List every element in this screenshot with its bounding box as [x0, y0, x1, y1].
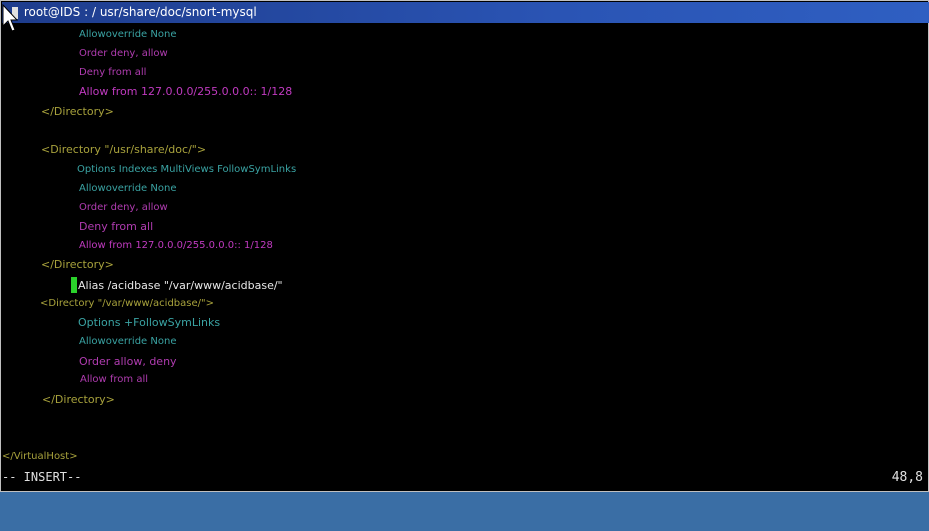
editor-line: Order deny, allow [79, 202, 168, 213]
editor-line: Allow from 127.0.0.0/255.0.0.0:: 1/128 [79, 85, 293, 98]
editor-line: Order deny, allow [79, 48, 168, 59]
mouse-pointer-icon [2, 4, 18, 32]
editor-line: Allow from all [80, 374, 149, 385]
editor-line: Deny from all [79, 220, 154, 233]
editor-line: Deny from all [79, 67, 147, 78]
editor-line: </Directory> [42, 393, 115, 406]
editor-line: Options +FollowSymLinks [78, 316, 221, 329]
editor-line: <Directory "/usr/share/doc/"> [41, 143, 207, 156]
vim-statusline: -- INSERT-- 48,8 [2, 467, 927, 488]
mode-indicator: -- INSERT-- [2, 470, 82, 484]
editor-line: </Directory> [41, 105, 114, 118]
editor-line: </Directory> [41, 258, 114, 271]
editor-line-cursor: Alias /acidbase "/var/www/acidbase/" [71, 277, 283, 293]
editor-line: Allowoverride None [79, 336, 177, 347]
editor-buffer[interactable]: Allowoverride None Order deny, allow Den… [2, 23, 927, 467]
editor-line: Allowoverride None [79, 29, 177, 40]
editor-line: <Directory "/var/www/acidbase/"> [40, 298, 214, 309]
window-title: root@IDS : / usr/share/doc/snort-mysql [23, 5, 257, 19]
terminal-window[interactable]: root@IDS : / usr/share/doc/snort-mysql A… [0, 0, 929, 492]
window-titlebar[interactable]: root@IDS : / usr/share/doc/snort-mysql [2, 2, 929, 23]
cursor-position: 48,8 [891, 470, 923, 485]
text-cursor [71, 277, 77, 293]
editor-line: Alias /acidbase "/var/www/acidbase/" [78, 279, 283, 292]
editor-line: </VirtualHost> [2, 451, 78, 462]
editor-line: Options Indexes MultiViews FollowSymLink… [77, 164, 297, 175]
editor-line: Allow from 127.0.0.0/255.0.0.0:: 1/128 [79, 240, 273, 251]
editor-line: Order allow, deny [79, 355, 177, 368]
editor-line: Allowoverride None [79, 183, 177, 194]
